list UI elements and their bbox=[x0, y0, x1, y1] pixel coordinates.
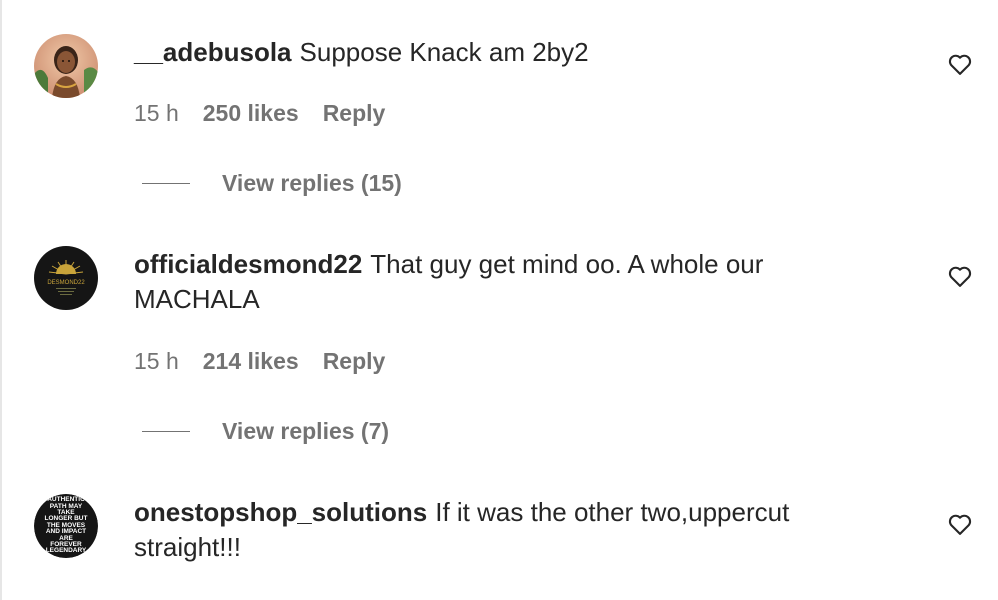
avatar[interactable] bbox=[34, 34, 98, 98]
comment-likes[interactable]: 250 likes bbox=[203, 100, 299, 127]
reply-button[interactable]: Reply bbox=[323, 100, 386, 127]
quote-text-logo-icon: AUTHENTIC PATH MAY TAKE LONGER BUT THE M… bbox=[34, 494, 98, 558]
avatar-logo-text: AUTHENTIC PATH MAY TAKE LONGER BUT THE M… bbox=[44, 496, 88, 555]
replies-divider bbox=[142, 182, 190, 184]
comment-likes[interactable]: 214 likes bbox=[203, 348, 299, 375]
view-replies-label: View replies (15) bbox=[222, 169, 402, 196]
comment-username[interactable]: __adebusola bbox=[134, 37, 292, 67]
avatar[interactable]: AUTHENTIC PATH MAY TAKE LONGER BUT THE M… bbox=[34, 494, 98, 558]
profile-photo-icon bbox=[34, 34, 98, 98]
avatar[interactable]: DESMOND22 bbox=[34, 246, 98, 310]
comment-username[interactable]: onestopshop_solutions bbox=[134, 497, 427, 527]
comment-meta: 15 h 214 likes Reply bbox=[134, 346, 385, 376]
replies-divider bbox=[142, 430, 190, 432]
like-heart-icon[interactable] bbox=[946, 262, 974, 290]
reply-button[interactable]: Reply bbox=[323, 348, 386, 375]
comment-text: onestopshop_solutions If it was the other… bbox=[134, 495, 894, 565]
like-heart-icon[interactable] bbox=[946, 50, 974, 78]
comment-body: Suppose Knack am 2by2 bbox=[299, 37, 589, 67]
comment-time: 15 h bbox=[134, 99, 179, 126]
view-replies-button[interactable]: View replies (7) bbox=[142, 416, 389, 446]
panel-left-border bbox=[0, 0, 2, 600]
comment-text: officialdesmond22 That guy get mind oo. A… bbox=[134, 247, 894, 317]
comment-time: 15 h bbox=[134, 347, 179, 374]
view-replies-label: View replies (7) bbox=[222, 417, 390, 444]
like-heart-icon[interactable] bbox=[946, 510, 974, 538]
comment-username[interactable]: officialdesmond22 bbox=[134, 249, 362, 279]
desmond22-logo-icon: DESMOND22 bbox=[34, 246, 98, 310]
comment-text: __adebusola Suppose Knack am 2by2 bbox=[134, 35, 894, 70]
view-replies-button[interactable]: View replies (15) bbox=[142, 168, 402, 198]
comment-meta: 15 h 250 likes Reply bbox=[134, 98, 385, 128]
avatar-logo-text: DESMOND22 bbox=[47, 280, 85, 286]
